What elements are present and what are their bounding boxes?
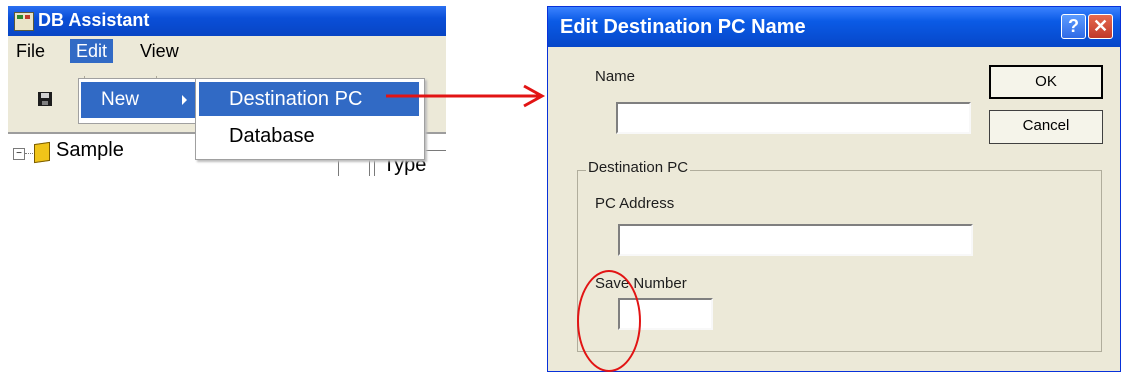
annotation-circle xyxy=(577,270,641,372)
cancel-button[interactable]: Cancel xyxy=(989,110,1103,144)
dialog-title: Edit Destination PC Name xyxy=(560,16,806,38)
help-icon: ? xyxy=(1068,16,1079,36)
close-button[interactable]: ✕ xyxy=(1088,14,1113,39)
help-button[interactable]: ? xyxy=(1061,14,1086,39)
destination-pc-group-label: Destination PC xyxy=(586,159,691,176)
pc-address-field[interactable] xyxy=(618,224,973,256)
ok-button[interactable]: OK xyxy=(989,65,1103,99)
dialog-titlebar: Edit Destination PC Name xyxy=(548,7,1120,47)
edit-destination-pc-dialog: Edit Destination PC Name ? ✕ Name OK Can… xyxy=(547,6,1121,372)
close-icon: ✕ xyxy=(1092,16,1109,36)
name-field[interactable] xyxy=(616,102,971,134)
pc-address-label: PC Address xyxy=(595,195,675,212)
name-label: Name xyxy=(595,68,636,85)
